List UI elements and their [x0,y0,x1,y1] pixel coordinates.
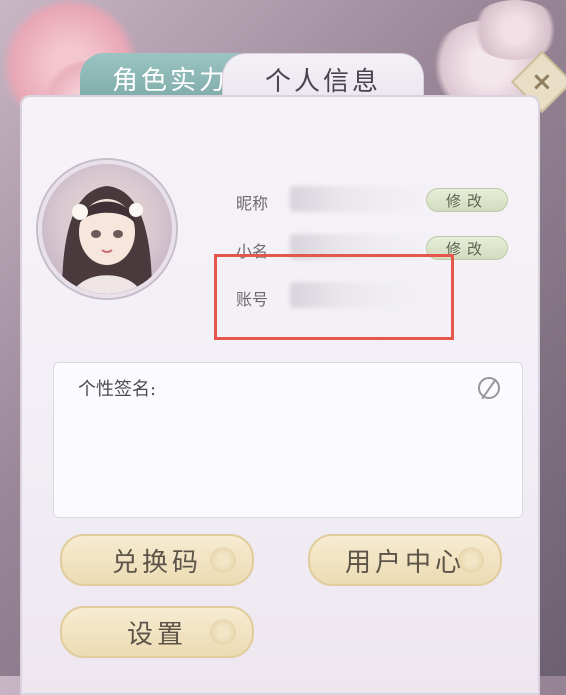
flower-icon [210,619,236,645]
user-center-button[interactable]: 用户中心 [308,534,502,586]
flower-icon [458,547,484,573]
signature-label: 个性签名: [78,379,157,400]
settings-button[interactable]: 设置 [60,606,254,658]
signature-box[interactable]: 个性签名: [53,362,523,518]
flower-icon [210,547,236,573]
settings-label: 设置 [126,619,187,650]
nickname-label: 昵称 [236,194,269,213]
avatar[interactable] [38,160,176,298]
edit-icon[interactable] [478,377,500,399]
redeem-code-button[interactable]: 兑换码 [60,534,254,586]
close-icon: × [531,66,553,97]
user-center-label: 用户中心 [344,547,465,578]
character-portrait [62,186,152,294]
nickname-value [290,186,420,212]
account-highlight-box [214,254,454,340]
redeem-code-label: 兑换码 [111,547,202,578]
edit-nickname-button[interactable]: 修改 [426,188,508,212]
